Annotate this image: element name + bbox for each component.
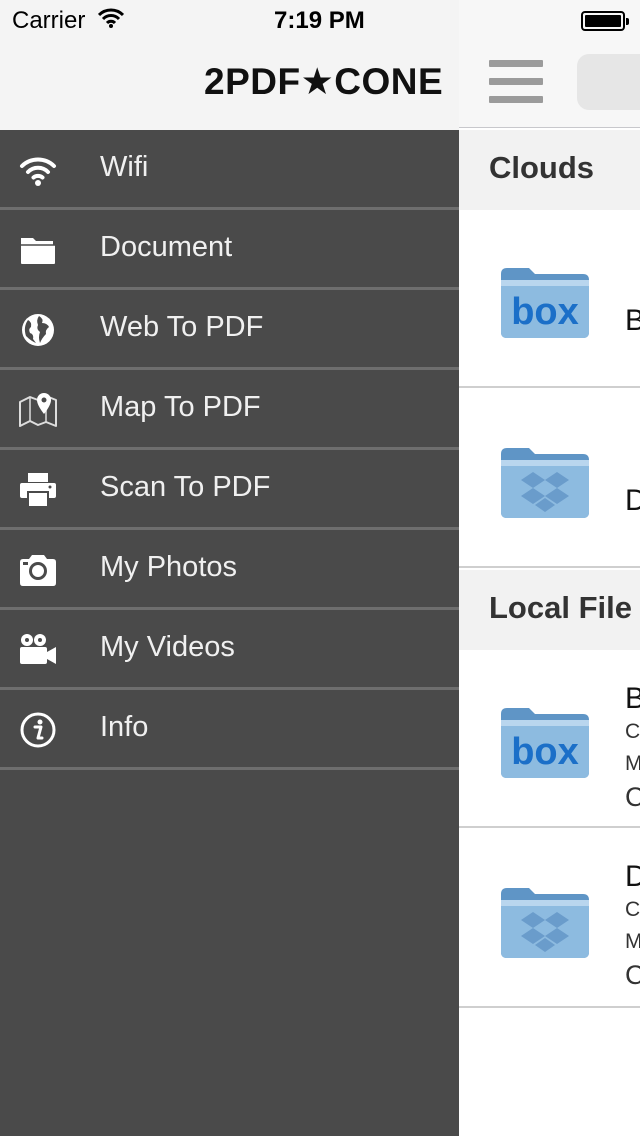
section-header-local-files: Local File: [459, 570, 640, 650]
status-time: 7:19 PM: [274, 7, 365, 34]
menu-item-my-videos[interactable]: My Videos: [0, 610, 459, 690]
menu-item-info[interactable]: Info: [0, 690, 459, 770]
wifi-signal-icon: [98, 8, 124, 28]
svg-text:box: box: [511, 731, 579, 773]
list-item[interactable]: box B: [459, 210, 640, 388]
item-detail: C: [625, 960, 640, 990]
menu-item-label: Map To PDF: [100, 391, 261, 423]
item-detail: M: [625, 930, 640, 953]
battery-icon: [581, 11, 629, 31]
folder-icon: [21, 238, 55, 264]
item-detail: C: [625, 782, 640, 812]
menu-item-scan-to-pdf[interactable]: Scan To PDF: [0, 450, 459, 530]
list-item[interactable]: D C M C: [459, 828, 640, 1008]
side-menu: Carrier 7:19 PM 2PDF★CONE Wifi Document …: [0, 0, 459, 1136]
item-title: B: [625, 682, 640, 715]
item-title: B: [625, 304, 640, 337]
menu-item-document[interactable]: Document: [0, 210, 459, 290]
status-bar: Carrier 7:19 PM: [0, 0, 459, 40]
list-item[interactable]: box B C M C: [459, 650, 640, 828]
section-header-clouds: Clouds: [459, 130, 640, 210]
camera-icon: [20, 555, 56, 586]
item-detail: C: [625, 720, 640, 743]
dropbox-folder-icon: [501, 888, 589, 958]
dropbox-folder-icon: [501, 448, 589, 518]
item-title: D: [625, 484, 640, 517]
menu-item-wifi[interactable]: Wifi: [0, 130, 459, 210]
file-browser-panel: Clouds box B D Local File box B C M C D …: [459, 0, 640, 1136]
menu-item-label: Scan To PDF: [100, 471, 271, 503]
menu-item-my-photos[interactable]: My Photos: [0, 530, 459, 610]
menu-item-web-to-pdf[interactable]: Web To PDF: [0, 290, 459, 370]
menu-icon[interactable]: [489, 58, 543, 106]
menu-item-label: Info: [100, 711, 149, 743]
svg-text:box: box: [511, 291, 579, 333]
wifi-icon: [20, 157, 56, 186]
menu-item-label: Wifi: [100, 151, 149, 183]
info-icon: [20, 712, 56, 748]
printer-icon: [20, 473, 56, 508]
menu-item-label: Document: [100, 231, 233, 263]
navigation-bar: [459, 0, 640, 128]
item-detail: M: [625, 752, 640, 775]
video-camera-icon: [20, 634, 56, 664]
menu-list: Wifi Document Web To PDF Map To PDF Scan…: [0, 130, 459, 770]
menu-item-map-to-pdf[interactable]: Map To PDF: [0, 370, 459, 450]
drawer-header: Carrier 7:19 PM 2PDF★CONE: [0, 0, 459, 130]
carrier-label: Carrier: [12, 7, 86, 34]
map-pin-icon: [19, 393, 57, 427]
box-folder-icon: box: [501, 708, 589, 778]
menu-item-label: Web To PDF: [100, 311, 264, 343]
item-title: D: [625, 860, 640, 893]
item-detail: C: [625, 898, 640, 921]
menu-item-label: My Photos: [100, 551, 237, 583]
search-field[interactable]: [577, 54, 640, 110]
list-item[interactable]: D: [459, 388, 640, 568]
menu-item-label: My Videos: [100, 631, 235, 663]
globe-icon: [22, 314, 54, 346]
box-folder-icon: box: [501, 268, 589, 338]
app-logo: 2PDF★CONE: [204, 61, 444, 102]
